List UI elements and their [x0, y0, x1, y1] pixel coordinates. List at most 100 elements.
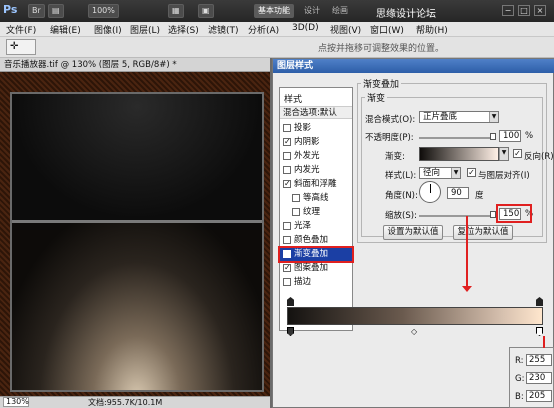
watermark-brand: 思缘设计论坛 — [376, 9, 436, 20]
b-label: B: — [515, 392, 524, 402]
style-item-label: 斜面和浮雕 — [294, 179, 337, 189]
opacity-stop-left[interactable] — [287, 297, 294, 306]
angle-label: 角度(N): — [385, 191, 418, 201]
menu-edit[interactable]: 编辑(E) — [50, 23, 81, 36]
gradient-style-value: 径向 — [423, 168, 441, 178]
style-item-8[interactable]: 颜色叠加 — [280, 234, 352, 247]
arrange-documents-button[interactable]: ▦ — [168, 4, 184, 18]
blend-mode-select[interactable]: 正片叠底 ▼ — [419, 111, 499, 123]
menu-file[interactable]: 文件(F) — [6, 23, 36, 36]
midpoint-diamond-icon[interactable]: ◇ — [411, 327, 417, 336]
style-item-checkbox[interactable] — [283, 165, 291, 174]
workspace-design[interactable]: 设计 — [304, 4, 320, 18]
opacity-label: 不透明度(P): — [365, 133, 414, 143]
menu-analysis[interactable]: 分析(A) — [248, 23, 279, 36]
workspace-basic[interactable]: 基本功能 — [254, 4, 294, 18]
style-item-11[interactable]: 描边 — [280, 276, 352, 289]
style-item-checkbox[interactable] — [292, 207, 300, 216]
r-value[interactable]: 255 — [526, 354, 552, 366]
style-label: 样式(L): — [385, 171, 417, 181]
application-bar: Ps Br ▤ 100% ▦ ▣ 基本功能 设计 绘画 思缘设计论坛 − □ × — [0, 0, 554, 22]
scale-slider[interactable] — [419, 215, 493, 217]
color-stop-left[interactable] — [287, 327, 294, 336]
gradient-style-select[interactable]: 径向 ▼ — [419, 167, 461, 179]
view-extras-button[interactable]: ▤ — [48, 4, 64, 18]
menu-image[interactable]: 图像(I) — [94, 23, 122, 36]
angle-input[interactable]: 90 — [447, 187, 469, 199]
menu-select[interactable]: 选择(S) — [168, 23, 199, 36]
style-item-checkbox[interactable] — [283, 221, 291, 230]
style-item-2[interactable]: 外发光 — [280, 150, 352, 163]
style-item-label: 等高线 — [303, 193, 329, 203]
set-default-button[interactable]: 设置为默认值 — [383, 225, 443, 240]
b-value[interactable]: 205 — [526, 390, 552, 402]
color-stop-right[interactable] — [536, 327, 543, 336]
style-item-6[interactable]: 纹理 — [280, 206, 352, 219]
bridge-button[interactable]: Br — [28, 4, 45, 18]
style-item-checkbox[interactable]: ✓ — [283, 249, 291, 258]
menu-filter[interactable]: 滤镜(T) — [208, 23, 239, 36]
menu-layer[interactable]: 图层(L) — [130, 23, 160, 36]
style-item-4[interactable]: ✓ 斜面和浮雕 — [280, 178, 352, 191]
menu-3d[interactable]: 3D(D) — [292, 23, 319, 33]
opacity-stop-right[interactable] — [536, 297, 543, 306]
style-item-checkbox[interactable]: ✓ — [283, 137, 291, 146]
dialog-title: 图层样式 — [273, 59, 554, 73]
style-item-checkbox[interactable]: ✓ — [283, 263, 291, 272]
gradient-editor-strip: ◇ — [283, 295, 553, 343]
style-item-checkbox[interactable] — [283, 235, 291, 244]
g-label: G: — [515, 374, 525, 384]
style-item-label: 颜色叠加 — [294, 235, 329, 245]
zoom-field[interactable]: 130% — [3, 397, 29, 407]
screen-mode-button[interactable]: ▣ — [198, 4, 214, 18]
style-item-label: 内阴影 — [294, 137, 320, 147]
annotation-arrow-to-rgb — [543, 336, 545, 348]
opacity-input[interactable]: 100 — [499, 130, 521, 142]
opacity-unit: % — [525, 131, 534, 141]
menu-window[interactable]: 窗口(W) — [370, 23, 404, 36]
g-value[interactable]: 230 — [526, 372, 552, 384]
style-item-7[interactable]: 光泽 — [280, 220, 352, 233]
canvas[interactable] — [0, 72, 270, 396]
style-item-10[interactable]: ✓ 图案叠加 — [280, 262, 352, 275]
rgb-readout: R: 255 G: 230 B: 205 — [509, 347, 554, 408]
minimize-icon[interactable]: − — [502, 5, 514, 16]
style-item-label: 渐变叠加 — [294, 249, 329, 259]
reverse-checkbox[interactable]: ✓ — [513, 149, 522, 158]
style-item-checkbox[interactable] — [283, 123, 291, 132]
close-icon[interactable]: × — [534, 5, 546, 16]
move-tool-preset[interactable]: ✛ — [6, 39, 36, 55]
angle-dial[interactable] — [419, 181, 441, 203]
style-item-9[interactable]: ✓ 渐变叠加 — [278, 246, 354, 263]
style-item-1[interactable]: ✓ 内阴影 — [280, 136, 352, 149]
player-bottom-panel — [12, 223, 262, 390]
style-item-checkbox[interactable] — [283, 151, 291, 160]
menu-help[interactable]: 帮助(H) — [416, 23, 448, 36]
maximize-icon[interactable]: □ — [518, 5, 530, 16]
blend-mode-label: 混合模式(O): — [365, 115, 416, 125]
menu-view[interactable]: 视图(V) — [330, 23, 361, 36]
scale-highlight — [496, 204, 532, 223]
reset-default-button[interactable]: 复位为默认值 — [453, 225, 513, 240]
align-with-layer-checkbox[interactable]: ✓ — [467, 168, 476, 177]
style-item-5[interactable]: 等高线 — [280, 192, 352, 205]
style-item-checkbox[interactable]: ✓ — [283, 179, 291, 188]
opacity-slider-thumb[interactable] — [490, 133, 496, 140]
style-item-checkbox[interactable] — [283, 277, 291, 286]
blend-options-item[interactable]: 混合选项:默认 — [280, 106, 352, 119]
annotation-arrow-down — [466, 216, 468, 288]
opacity-slider[interactable] — [419, 137, 493, 139]
style-item-3[interactable]: 内发光 — [280, 164, 352, 177]
r-label: R: — [515, 356, 524, 366]
gradient-picker[interactable] — [419, 147, 499, 161]
style-item-label: 图案叠加 — [294, 263, 329, 273]
gradient-dropdown[interactable]: ▼ — [499, 147, 509, 161]
style-list-header[interactable]: 样式 — [284, 92, 302, 105]
document-tab[interactable]: 音乐播放器.tif @ 130% (图层 5, RGB/8#) * — [0, 58, 270, 72]
style-item-checkbox[interactable] — [292, 193, 300, 202]
gradient-preview-bar[interactable] — [287, 307, 543, 325]
zoom-level-select[interactable]: 100% — [88, 4, 119, 18]
workspace-painting[interactable]: 绘画 — [332, 4, 348, 18]
style-item-0[interactable]: 投影 — [280, 122, 352, 135]
chevron-down-icon: ▼ — [451, 168, 460, 178]
